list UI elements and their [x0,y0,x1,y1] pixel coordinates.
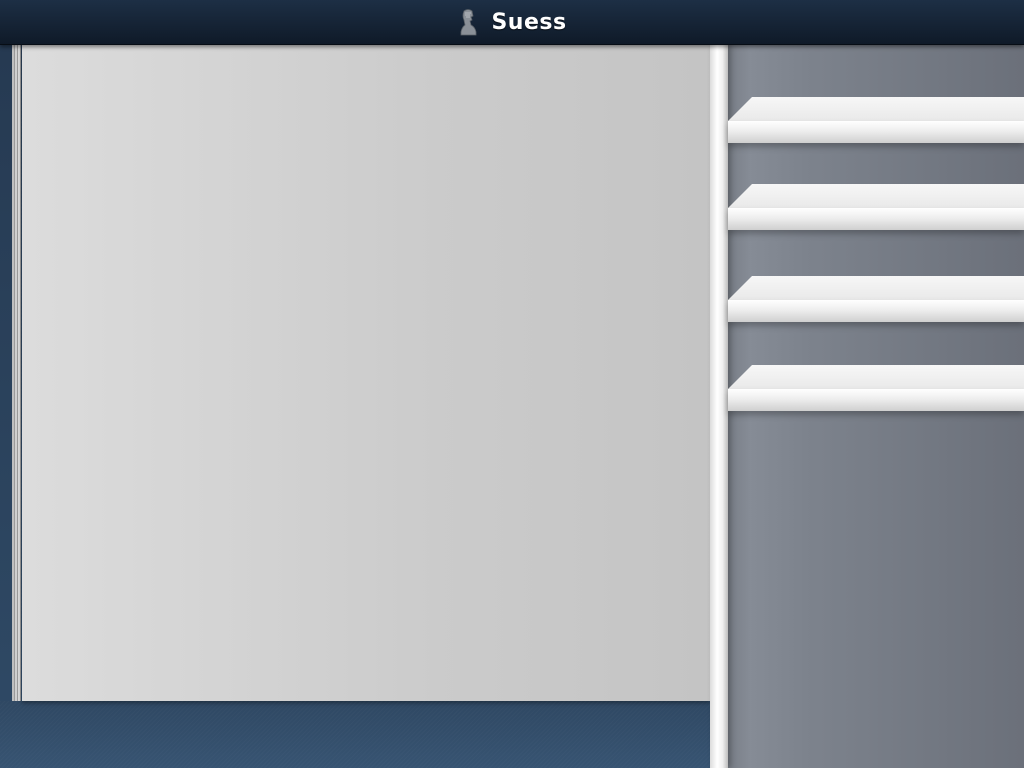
shelf-surface [728,365,1024,389]
left-margin [0,45,12,768]
reader-page-stack[interactable] [12,45,710,701]
shelf-front [728,208,1024,230]
shelf-surface [728,184,1024,208]
shelf-surface [728,276,1024,300]
shelf-1[interactable] [728,97,1024,143]
shelf-front [728,389,1024,411]
bookshelf-post [710,45,728,768]
reader-page[interactable] [22,45,710,701]
shelf-4[interactable] [728,365,1024,411]
title-bar: Suess [0,0,1024,45]
shelf-front [728,300,1024,322]
shelf-2[interactable] [728,184,1024,230]
title-group: Suess [0,0,1024,44]
bookshelf [710,45,1024,768]
shelf-surface [728,97,1024,121]
bust-statue-icon [457,8,479,36]
desk-background [0,701,710,768]
page-edge [18,45,21,701]
shelf-3[interactable] [728,276,1024,322]
shelf-front [728,121,1024,143]
app-title: Suess [491,9,567,35]
